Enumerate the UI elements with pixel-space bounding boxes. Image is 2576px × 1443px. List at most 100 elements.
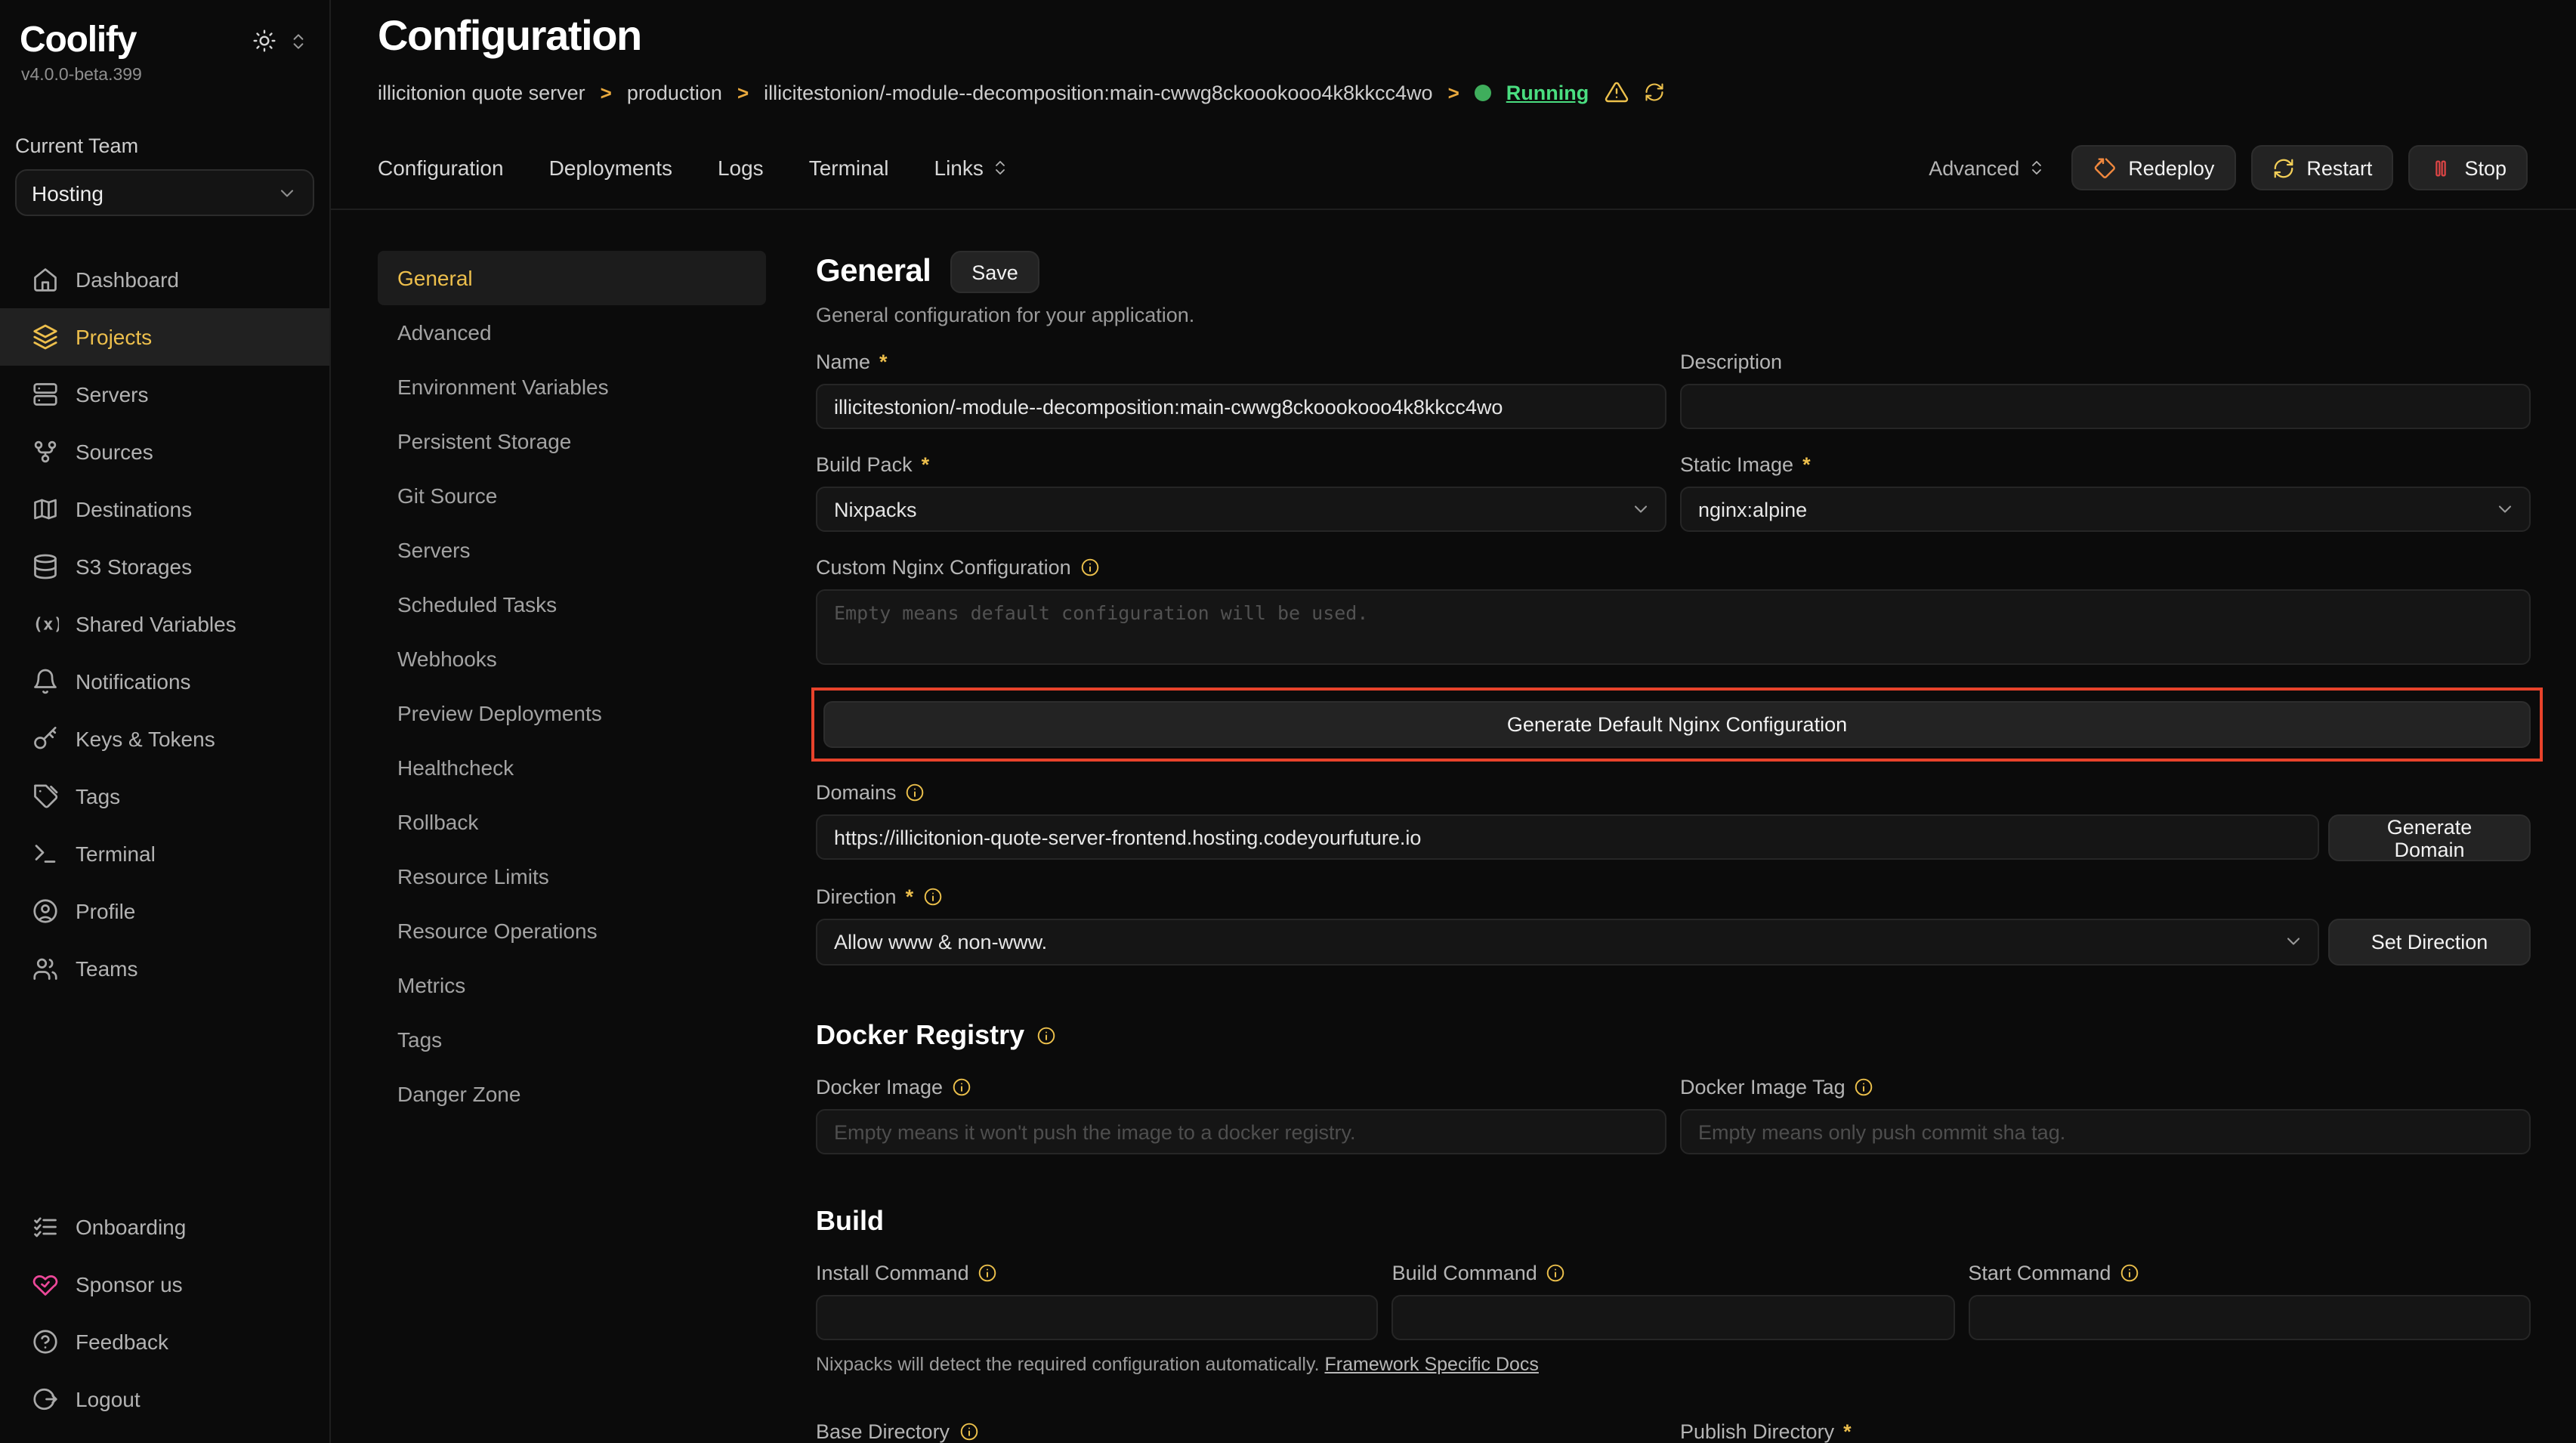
warning-icon[interactable] [1604,80,1628,104]
sidebar-item-s3-storages[interactable]: S3 Storages [0,538,329,595]
sidebar-item-logout[interactable]: Logout [0,1370,329,1428]
advanced-dropdown[interactable]: Advanced [1929,156,2045,179]
subnav-advanced[interactable]: Advanced [378,305,766,360]
start-command-input[interactable] [1968,1295,2531,1340]
subnav-environment-variables[interactable]: Environment Variables [378,360,766,414]
subnav-tags[interactable]: Tags [378,1012,766,1067]
redeploy-icon [2092,156,2116,180]
docker-image-tag-input[interactable] [1680,1109,2531,1154]
info-icon[interactable] [1080,558,1100,577]
subnav-resource-operations[interactable]: Resource Operations [378,904,766,958]
tab-links[interactable]: Links [934,156,1009,180]
set-direction-button[interactable]: Set Direction [2328,919,2531,966]
annotation-highlight: Generate Default Nginx Configuration [811,688,2543,762]
info-icon[interactable] [2120,1263,2139,1283]
chevron-down-icon [276,182,298,203]
sidebar-item-projects[interactable]: Projects [0,308,329,366]
sidebar-item-sources[interactable]: Sources [0,423,329,480]
name-input[interactable] [816,384,1666,429]
restart-button[interactable]: Restart [2250,145,2393,190]
subnav-git-source[interactable]: Git Source [378,468,766,523]
breadcrumb-project[interactable]: illicitonion quote server [378,81,585,104]
breadcrumb-chevron-icon: > [1448,81,1459,104]
sidebar-item-sponsor[interactable]: Sponsor us [0,1256,329,1313]
sidebar-item-dashboard[interactable]: Dashboard [0,251,329,308]
info-icon[interactable] [952,1077,971,1097]
required-asterisk: * [922,453,930,476]
refresh-icon[interactable] [1643,82,1664,103]
variables-icon [32,610,59,638]
subnav-general[interactable]: General [378,251,766,305]
sidebar-item-destinations[interactable]: Destinations [0,480,329,538]
map-icon [32,496,59,523]
sidebar-item-teams[interactable]: Teams [0,940,329,997]
app-logo[interactable]: Coolify [20,20,136,62]
subnav-scheduled-tasks[interactable]: Scheduled Tasks [378,577,766,632]
sidebar-item-notifications[interactable]: Notifications [0,653,329,710]
description-input[interactable] [1680,384,2531,429]
breadcrumb-environment[interactable]: production [627,81,722,104]
info-icon[interactable] [959,1422,978,1441]
tab-deployments[interactable]: Deployments [549,156,672,180]
chevrons-up-down-icon[interactable] [289,31,308,51]
build-command-label: Build Command [1392,1262,1537,1284]
subnav-webhooks[interactable]: Webhooks [378,632,766,686]
app-version: v4.0.0-beta.399 [0,62,329,85]
subnav-resource-limits[interactable]: Resource Limits [378,849,766,904]
page-title: Configuration [378,12,2576,60]
team-select[interactable]: Hosting [15,169,314,216]
info-icon[interactable] [978,1263,998,1283]
sidebar-item-onboarding[interactable]: Onboarding [0,1198,329,1256]
terminal-icon [32,840,59,867]
info-icon[interactable] [1546,1263,1566,1283]
docker-image-input[interactable] [816,1109,1666,1154]
coolify-app: Coolify v4.0.0-beta.399 Current Team Hos… [0,0,2576,1443]
sun-icon[interactable] [252,29,276,53]
info-icon[interactable] [922,887,942,907]
sidebar-item-tags[interactable]: Tags [0,768,329,825]
info-icon[interactable] [906,783,925,802]
install-command-input[interactable] [816,1295,1379,1340]
current-team-label: Current Team [0,85,329,157]
chevron-down-icon [1630,499,1651,520]
sidebar-item-shared-variables[interactable]: Shared Variables [0,595,329,653]
generate-nginx-config-button[interactable]: Generate Default Nginx Configuration [823,701,2531,748]
subnav-persistent-storage[interactable]: Persistent Storage [378,414,766,468]
logout-icon [32,1386,59,1413]
sidebar-item-profile[interactable]: Profile [0,882,329,940]
status-running-link[interactable]: Running [1506,81,1589,104]
domains-input[interactable] [816,814,2319,860]
static-image-select[interactable]: nginx:alpine [1680,487,2531,532]
bell-icon [32,668,59,695]
build-command-input[interactable] [1392,1295,1955,1340]
info-icon[interactable] [1855,1077,1874,1097]
subnav-healthcheck[interactable]: Healthcheck [378,740,766,795]
subnav-servers[interactable]: Servers [378,523,766,577]
main-panel: Configuration illicitonion quote server … [331,0,2576,1443]
docker-image-tag-label: Docker Image Tag [1680,1076,1846,1098]
sidebar-item-keys-tokens[interactable]: Keys & Tokens [0,710,329,768]
required-asterisk: * [879,351,888,373]
nginx-config-textarea[interactable] [816,589,2531,665]
subnav-metrics[interactable]: Metrics [378,958,766,1012]
tab-logs[interactable]: Logs [718,156,764,180]
breadcrumb-resource[interactable]: illicitestonion/-module--decomposition:m… [764,81,1432,104]
build-pack-label: Build Pack [816,453,913,476]
subnav-danger-zone[interactable]: Danger Zone [378,1067,766,1121]
info-icon[interactable] [1036,1026,1056,1046]
direction-select[interactable]: Allow www & non-www. [816,919,2319,966]
build-pack-select[interactable]: Nixpacks [816,487,1666,532]
stop-button[interactable]: Stop [2408,145,2528,190]
sidebar-item-servers[interactable]: Servers [0,366,329,423]
sidebar-item-feedback[interactable]: Feedback [0,1313,329,1370]
subnav-rollback[interactable]: Rollback [378,795,766,849]
tab-terminal[interactable]: Terminal [809,156,889,180]
generate-domain-button[interactable]: Generate Domain [2328,814,2531,861]
server-icon [32,381,59,408]
save-button[interactable]: Save [950,251,1039,293]
subnav-preview-deployments[interactable]: Preview Deployments [378,686,766,740]
framework-docs-link[interactable]: Framework Specific Docs [1325,1354,1539,1375]
redeploy-button[interactable]: Redeploy [2071,145,2235,190]
tab-configuration[interactable]: Configuration [378,156,504,180]
sidebar-item-terminal[interactable]: Terminal [0,825,329,882]
